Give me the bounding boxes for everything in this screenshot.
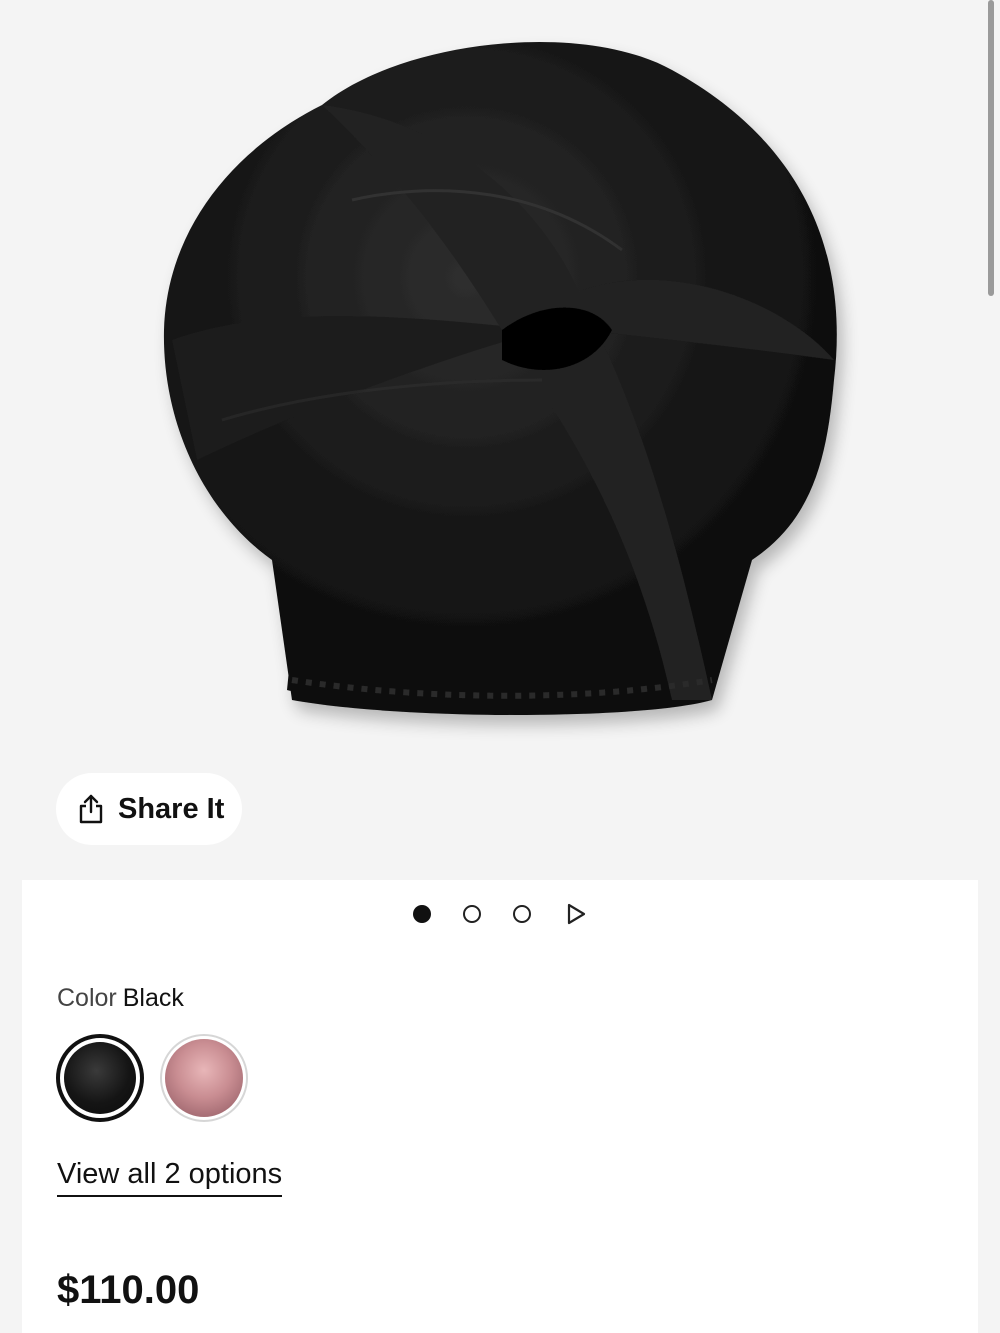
price: $110.00	[57, 1268, 200, 1312]
left-gutter	[0, 0, 22, 1333]
carousel-indicators	[0, 898, 1000, 930]
color-label: Color	[57, 984, 117, 1012]
share-icon	[79, 794, 103, 824]
product-image	[163, 41, 837, 715]
swatch-black[interactable]	[56, 1034, 144, 1122]
carousel-dot-2[interactable]	[463, 905, 481, 923]
color-selection: Color Black	[57, 984, 184, 1013]
scrollbar[interactable]	[978, 0, 1000, 320]
carousel-dot-3[interactable]	[513, 905, 531, 923]
view-all-options-link[interactable]: View all 2 options	[57, 1158, 283, 1197]
swatch-pink[interactable]	[160, 1034, 248, 1122]
product-hero: Share It	[22, 0, 978, 880]
color-value: Black	[122, 984, 184, 1012]
scrollbar-thumb[interactable]	[988, 0, 994, 296]
play-icon[interactable]	[565, 903, 587, 925]
share-label: Share It	[118, 792, 225, 825]
carousel-dot-1[interactable]	[413, 905, 431, 923]
share-button[interactable]: Share It	[56, 773, 242, 845]
